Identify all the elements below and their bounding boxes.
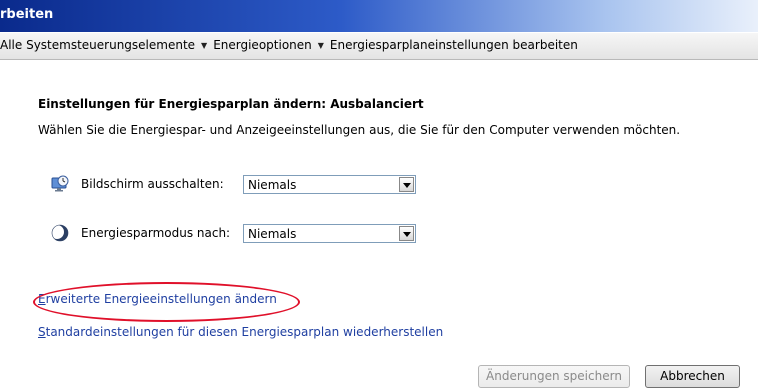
sleep-select[interactable]: Niemals: [243, 224, 416, 243]
restore-defaults-link-text: tandardeinstellungen für diesen Energies…: [45, 325, 444, 339]
chevron-down-icon[interactable]: ▼: [201, 41, 207, 50]
display-off-value: Niemals: [248, 178, 297, 192]
setting-row-sleep: Energiesparmodus nach:: [51, 222, 257, 244]
window-titlebar: rbeiten: [0, 0, 758, 32]
chevron-down-icon[interactable]: ▼: [318, 41, 324, 50]
breadcrumb-item-systemsteuerung[interactable]: Alle Systemsteuerungselemente: [0, 38, 195, 52]
setting-row-display: Bildschirm ausschalten:: [51, 173, 257, 195]
breadcrumb-item-plan-bearbeiten[interactable]: Energiesparplaneinstellungen bearbeiten: [330, 38, 578, 52]
sleep-label: Energiesparmodus nach:: [81, 226, 231, 240]
breadcrumb: Alle Systemsteuerungselemente ▼ Energieo…: [0, 38, 578, 52]
display-off-label: Bildschirm ausschalten:: [81, 177, 224, 191]
display-off-select[interactable]: Niemals: [243, 175, 416, 194]
sleep-value: Niemals: [248, 227, 297, 241]
breadcrumb-item-energieoptionen[interactable]: Energieoptionen: [213, 38, 312, 52]
window-title: rbeiten: [0, 7, 54, 22]
advanced-settings-link[interactable]: Erweiterte Energieeinstellungen ändern: [38, 292, 277, 306]
moon-icon: [51, 224, 69, 242]
restore-defaults-link[interactable]: Standardeinstellungen für diesen Energie…: [38, 325, 443, 339]
advanced-settings-link-text: rweiterte Energieeinstellungen ändern: [45, 292, 277, 306]
dropdown-arrow-icon[interactable]: [399, 226, 414, 241]
page-description: Wählen Sie die Energiespar- und Anzeigee…: [38, 123, 681, 137]
advanced-settings-link-accesskey: E: [38, 292, 46, 306]
dropdown-arrow-icon[interactable]: [399, 177, 414, 192]
save-changes-button[interactable]: Änderungen speichern: [478, 365, 630, 388]
restore-defaults-link-accesskey: S: [38, 325, 46, 339]
monitor-clock-icon: [51, 175, 69, 192]
cancel-button[interactable]: Abbrechen: [645, 365, 740, 388]
page-title: Einstellungen für Energiesparplan ändern…: [38, 97, 424, 111]
address-bar: Alle Systemsteuerungselemente ▼ Energieo…: [0, 33, 758, 60]
